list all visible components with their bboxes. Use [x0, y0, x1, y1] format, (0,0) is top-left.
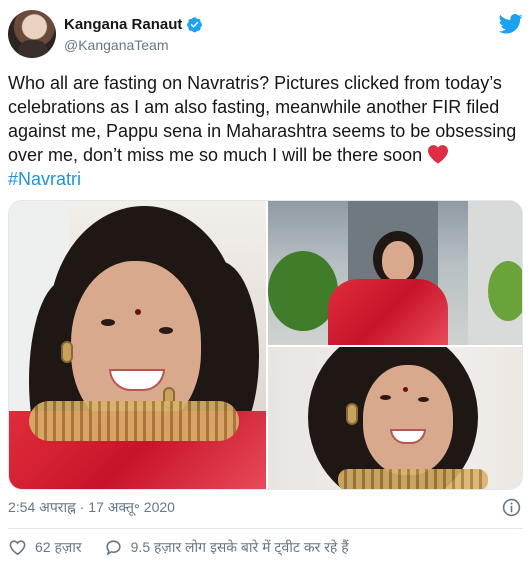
tweet-text: Who all are fasting on Navratris? Pictur… [8, 71, 523, 191]
conversation-text: 9.5 हज़ार लोग इसके बारे में ट्वीट कर रहे… [130, 539, 349, 555]
info-icon[interactable] [502, 498, 521, 517]
photo-1[interactable] [9, 201, 266, 489]
twitter-bird-icon[interactable] [499, 14, 523, 34]
media-grid [8, 200, 523, 490]
tweet-actions: 62 हज़ार 9.5 हज़ार लोग इसके बारे में ट्व… [8, 538, 371, 557]
hashtag-link[interactable]: #Navratri [8, 169, 81, 189]
conversation-button[interactable]: 9.5 हज़ार लोग इसके बारे में ट्वीट कर रहे… [104, 538, 349, 557]
photo-3[interactable] [268, 347, 522, 489]
author-handle[interactable]: @KanganaTeam [64, 37, 169, 53]
speech-bubble-icon [106, 540, 121, 556]
author-name[interactable]: Kangana Ranaut [64, 16, 182, 33]
verified-badge-icon [187, 17, 203, 33]
like-button[interactable]: 62 हज़ार [8, 538, 82, 557]
heart-outline-icon [9, 540, 26, 556]
author-name-row: Kangana Ranaut [64, 16, 203, 33]
divider [8, 528, 523, 529]
red-heart-emoji [428, 145, 449, 164]
tweet-header: Kangana Ranaut @KanganaTeam [8, 10, 523, 62]
like-count: 62 हज़ार [35, 539, 82, 555]
photo-2[interactable] [268, 201, 522, 345]
avatar[interactable] [8, 10, 56, 58]
tweet-timestamp[interactable]: 2:54 अपराह्न · 17 अक्तू॰ 2020 [8, 498, 175, 517]
